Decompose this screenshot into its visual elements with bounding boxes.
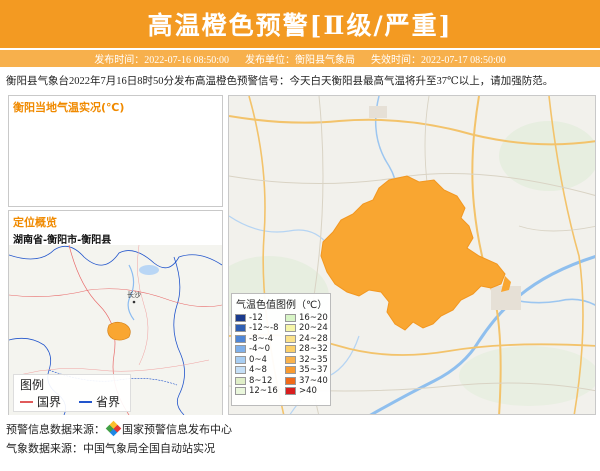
- legend-label: -12: [249, 312, 263, 323]
- legend-label: 4~8: [249, 365, 267, 376]
- legend-item: 0~4: [235, 355, 285, 365]
- legend-swatch: [235, 345, 246, 354]
- legend-swatch: [235, 387, 246, 396]
- legend-swatch: [235, 376, 246, 385]
- legend-label: -4~0: [249, 344, 271, 355]
- legend-label: 28~32: [299, 344, 328, 355]
- weather-source-line: 气象数据来源：中国气象局全国自动站实况: [6, 442, 215, 455]
- legend-label: 12~16: [249, 386, 278, 397]
- city-marker: [132, 300, 136, 304]
- legend-label: 16~20: [299, 312, 328, 323]
- legend-item: 35~37: [285, 365, 335, 376]
- legend-item: 20~24: [285, 323, 335, 334]
- legend-item: 28~32: [285, 344, 335, 355]
- minimap-legend-items: 国界 省界: [14, 393, 130, 410]
- legend-label: 0~4: [249, 354, 267, 365]
- legend-item: 24~28: [285, 334, 335, 344]
- local-temperature-panel: 衡阳当地气温实况(℃): [8, 95, 223, 207]
- lake: [139, 265, 159, 275]
- issuer: 发布单位：衡阳县气象局: [245, 55, 355, 66]
- minimap-legend-title: 图例: [20, 378, 45, 392]
- location-panel-title: 定位概览: [13, 216, 57, 229]
- location-path: 湖南省-衡阳市-衡阳县: [13, 235, 112, 246]
- provincial-border-swatch: [79, 400, 93, 403]
- legend-item: -8~-4: [235, 334, 285, 344]
- legend-label: 20~24: [299, 323, 328, 334]
- legend-item: 16~20: [285, 313, 335, 323]
- legend-swatch: [285, 376, 296, 385]
- warning-banner: 高温橙色预警[Ⅱ级/严重]: [0, 0, 600, 48]
- warning-source-org[interactable]: 国家预警信息发布中心: [122, 423, 232, 436]
- legend-label: >40: [299, 386, 317, 397]
- legend-swatch: [285, 324, 296, 333]
- legend-item: >40: [285, 386, 335, 397]
- legend-label: -8~-4: [249, 333, 274, 344]
- national-border-swatch: [20, 400, 33, 403]
- legend-item: 37~40: [285, 376, 335, 386]
- warning-center-logo-icon: [105, 420, 122, 437]
- legend-item: -12: [235, 313, 285, 323]
- expire-time: 失效时间：2022-07-17 08:50:00: [371, 55, 506, 66]
- legend-swatch: [285, 345, 296, 354]
- terrain-patch: [499, 121, 595, 191]
- warning-source-label: 预警信息数据来源：: [6, 423, 105, 436]
- legend-item: -12~-8: [235, 323, 285, 334]
- national-border-label: 国界: [37, 395, 62, 409]
- legend-label: 8~12: [249, 375, 273, 386]
- legend-label: -12~-8: [249, 323, 279, 334]
- terrain-patch: [459, 346, 595, 406]
- minimap-legend: 图例 国界 省界: [13, 374, 131, 412]
- legend-title: 气温色值图例（℃）: [236, 300, 328, 311]
- temperature-panel-title: 衡阳当地气温实况(℃): [13, 101, 125, 114]
- legend-swatch: [285, 313, 296, 322]
- legend-item: 32~35: [285, 355, 335, 365]
- warning-notice: 衡阳县气象台2022年7月16日8时50分发布高温橙色预警信号：今天白天衡阳县最…: [6, 76, 554, 87]
- warning-title: 高温橙色预警[Ⅱ级/严重]: [147, 11, 453, 40]
- legend-item: 12~16: [235, 386, 285, 397]
- legend-swatch: [285, 387, 296, 396]
- legend-swatch: [235, 313, 246, 322]
- legend-label: 24~28: [299, 333, 328, 344]
- warning-source-line: 预警信息数据来源： 国家预警信息发布中心: [6, 420, 232, 437]
- legend-item: -4~0: [235, 344, 285, 355]
- urban-area: [369, 106, 387, 118]
- legend-swatch: [285, 355, 296, 364]
- warning-meta-bar: 发布时间：2022-07-16 08:50:00 发布单位：衡阳县气象局 失效时…: [0, 50, 600, 67]
- legend-label: 35~37: [299, 365, 328, 376]
- legend-swatch: [285, 366, 296, 375]
- legend-swatch: [235, 324, 246, 333]
- legend-item: 8~12: [235, 376, 285, 386]
- location-overview-panel: 定位概览 湖南省-衡阳市-衡阳县 长沙 图例 国界 省界: [8, 210, 223, 415]
- legend-label: 37~40: [299, 375, 328, 386]
- legend-item: 4~8: [235, 365, 285, 376]
- temperature-legend: 气温色值图例（℃） -12 16~20 -12~-8 20~24 -8~-4 24~28-…: [231, 293, 331, 406]
- legend-swatch: [285, 334, 296, 343]
- provincial-border-label: 省界: [96, 395, 121, 409]
- legend-swatch: [235, 355, 246, 364]
- city-label-changsha: 长沙: [127, 290, 141, 299]
- legend-swatch: [235, 366, 246, 375]
- legend-label: 32~35: [299, 354, 328, 365]
- issue-time: 发布时间：2022-07-16 08:50:00: [94, 55, 229, 66]
- legend-swatch: [235, 334, 246, 343]
- legend-grid: -12 16~20 -12~-8 20~24 -8~-4 24~28 -4~0 28~32 0~…: [232, 311, 330, 396]
